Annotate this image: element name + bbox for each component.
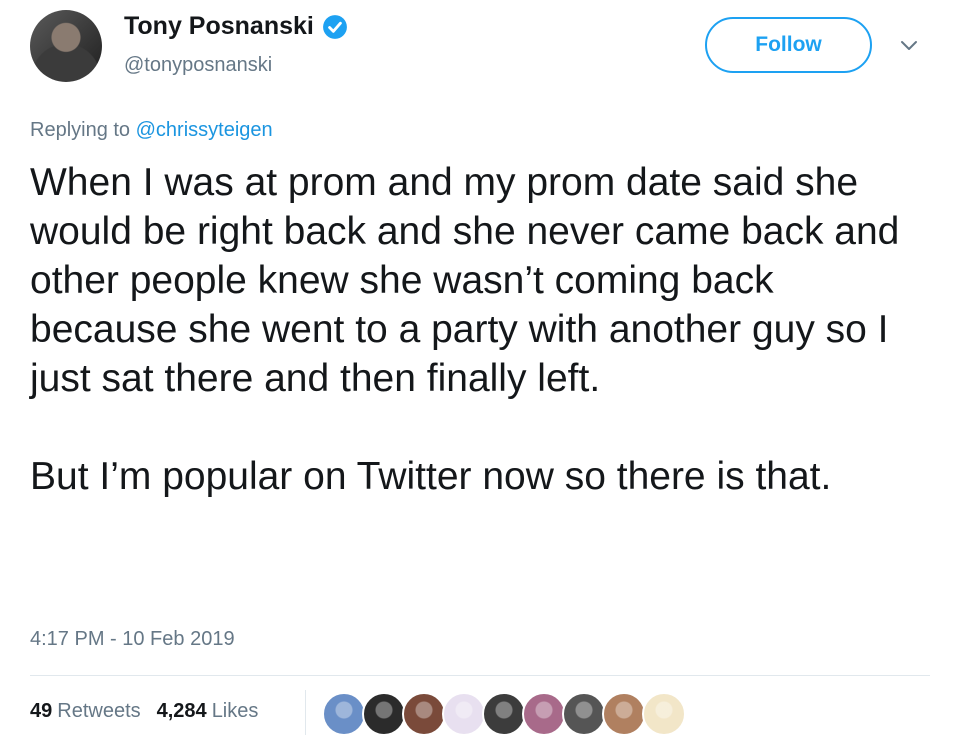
tweet-text: When I was at prom and my prom date said… bbox=[30, 161, 900, 498]
retweets-count: 49 bbox=[30, 700, 53, 722]
liker-avatar-5[interactable] bbox=[482, 692, 526, 736]
chevron-down-icon[interactable] bbox=[898, 34, 920, 56]
likes-label: Likes bbox=[211, 700, 259, 722]
liker-avatar-8[interactable] bbox=[602, 692, 646, 736]
tweet-timestamp[interactable]: 4:17 PM - 10 Feb 2019 bbox=[30, 628, 235, 651]
retweets-stat[interactable]: 49 Retweets bbox=[30, 700, 141, 723]
liker-avatar-4[interactable] bbox=[442, 692, 486, 736]
liker-avatars bbox=[322, 692, 686, 736]
retweets-label: Retweets bbox=[57, 700, 141, 722]
liker-avatar-7[interactable] bbox=[562, 692, 606, 736]
liker-avatar-1[interactable] bbox=[322, 692, 366, 736]
author-avatar[interactable] bbox=[30, 10, 102, 82]
reply-mention-link[interactable]: @chrissyteigen bbox=[136, 119, 273, 141]
divider bbox=[30, 675, 930, 676]
likes-count: 4,284 bbox=[156, 700, 207, 722]
tweet-stats: 49 Retweets 4,284 Likes bbox=[30, 700, 274, 723]
author-name[interactable]: Tony Posnanski bbox=[124, 12, 314, 41]
liker-avatar-6[interactable] bbox=[522, 692, 566, 736]
author-handle[interactable]: @tonyposnanski bbox=[124, 54, 272, 77]
liker-avatar-3[interactable] bbox=[402, 692, 446, 736]
likes-stat[interactable]: 4,284 Likes bbox=[157, 700, 259, 723]
replying-to: Replying to @chrissyteigen bbox=[30, 119, 273, 142]
follow-button[interactable]: Follow bbox=[705, 17, 872, 73]
liker-avatar-2[interactable] bbox=[362, 692, 406, 736]
stats-divider bbox=[305, 690, 306, 735]
replying-to-label: Replying to bbox=[30, 119, 136, 141]
author-name-row: Tony Posnanski bbox=[124, 12, 348, 41]
verified-badge-icon bbox=[322, 14, 347, 39]
liker-avatar-9[interactable] bbox=[642, 692, 686, 736]
